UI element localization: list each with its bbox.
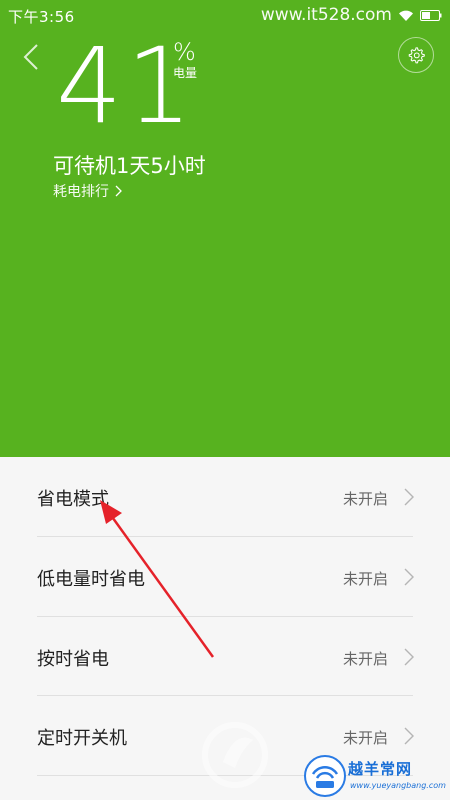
power-ranking-link[interactable]: 耗电排行	[53, 181, 122, 201]
list-item-status: 未开启	[342, 729, 388, 747]
settings-button[interactable]	[398, 37, 434, 73]
standby-time-text: 可待机1天5小时	[53, 154, 206, 178]
list-item-scheduled-saving[interactable]: 按时省电 未开启	[0, 617, 450, 696]
list-item-low-battery-saving[interactable]: 低电量时省电 未开启	[0, 537, 450, 616]
chevron-right-icon	[404, 488, 414, 506]
list-item-label: 低电量时省电	[37, 569, 145, 590]
battery-screen: 下午3:56 www.it528.com 41 % 电量 可待机1天5小时 耗电…	[0, 0, 450, 800]
list-item-status: 未开启	[342, 570, 388, 588]
list-item-status: 未开启	[342, 490, 388, 508]
status-time: 下午3:56	[8, 8, 75, 26]
list-item-status: 未开启	[342, 650, 388, 668]
gear-icon	[408, 47, 425, 64]
list-item-label: 按时省电	[37, 649, 109, 670]
percent-caption: 电量	[173, 66, 198, 80]
list-item-power-saving-mode[interactable]: 省电模式 未开启	[0, 457, 450, 536]
list-item-label: 省电模式	[37, 489, 109, 510]
site-watermark-text: www.it528.com	[260, 5, 392, 25]
battery-hero-panel: 下午3:56 www.it528.com 41 % 电量 可待机1天5小时 耗电…	[0, 0, 450, 457]
power-ranking-label: 耗电排行	[53, 184, 109, 200]
chevron-right-icon	[404, 648, 414, 666]
chevron-right-icon	[115, 185, 122, 197]
percent-sign: %	[173, 38, 196, 66]
power-saving-list: 省电模式 未开启 低电量时省电 未开启 按时省电 未开启 定时开关机 未开启	[0, 457, 450, 800]
wifi-icon	[399, 10, 413, 21]
chevron-right-icon	[404, 727, 414, 745]
list-item-label: 定时开关机	[37, 728, 127, 749]
list-item-scheduled-power-on-off[interactable]: 定时开关机 未开启	[0, 696, 450, 775]
status-icons: www.it528.com	[261, 4, 442, 26]
list-divider	[37, 775, 413, 776]
back-button[interactable]	[14, 40, 48, 74]
battery-icon	[420, 9, 442, 21]
chevron-right-icon	[404, 568, 414, 586]
chevron-left-icon	[23, 44, 38, 70]
